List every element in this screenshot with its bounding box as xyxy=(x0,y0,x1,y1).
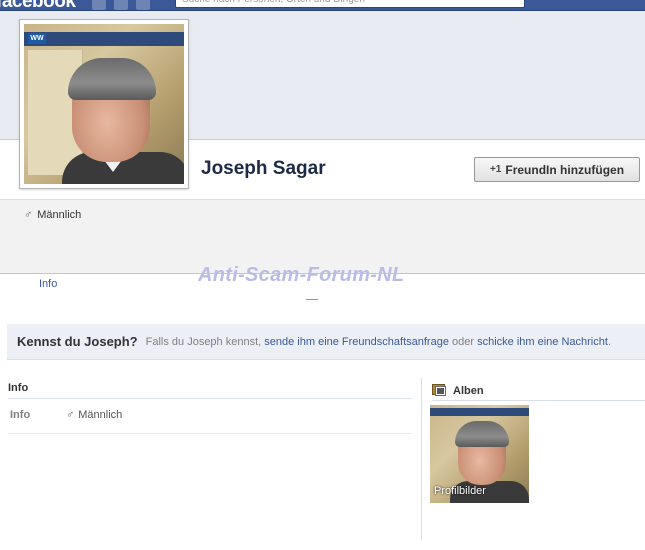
search-input[interactable]: Suche nach Personen, Orten und Dingen xyxy=(175,0,525,8)
photo-person-hair xyxy=(68,58,156,100)
know-person-prompt: Kennst du Joseph? Falls du Joseph kennst… xyxy=(7,324,645,360)
info-row-label: Info xyxy=(10,409,31,421)
albums-header[interactable]: Alben xyxy=(432,381,645,401)
send-friend-request-link[interactable]: sende ihm eine Freundschaftsanfrage xyxy=(264,336,449,348)
add-friend-button[interactable]: +1 FreundIn hinzufügen xyxy=(474,157,640,182)
profile-picture[interactable]: WW xyxy=(19,19,189,189)
photo-banner-logo: WW xyxy=(28,33,46,44)
info-row: Info ♂ Männlich xyxy=(8,400,411,434)
watermark-overlay: Anti-Scam-Forum-NL xyxy=(198,264,405,286)
album-caption: Profilbilder xyxy=(434,485,486,497)
gender-summary: ♂ Männlich xyxy=(24,209,81,221)
column-divider xyxy=(421,378,422,540)
male-symbol-icon: ♂ xyxy=(24,209,33,221)
album-profile-pictures[interactable]: Profilbilder xyxy=(430,405,529,503)
prompt-text-1: Falls du Joseph kennst, xyxy=(145,335,262,348)
album-photo-banner xyxy=(430,408,529,416)
send-message-link[interactable]: schicke ihm eine Nachricht xyxy=(477,336,608,348)
album-photo-hair xyxy=(455,421,509,447)
prompt-title: Kennst du Joseph? xyxy=(17,334,138,349)
male-symbol-icon: ♂ xyxy=(66,409,75,421)
facebook-logo[interactable]: facebook xyxy=(0,0,76,10)
notifications-icon[interactable] xyxy=(136,0,150,10)
prompt-text-2: oder xyxy=(452,335,475,348)
friend-requests-icon[interactable] xyxy=(92,0,106,10)
photo-banner xyxy=(24,32,184,46)
top-navigation-bar: facebook Suche nach Personen, Orten und … xyxy=(0,0,645,11)
profile-name: Joseph Sagar xyxy=(201,158,326,179)
messages-icon[interactable] xyxy=(114,0,128,10)
add-friend-icon: +1 xyxy=(489,164,502,175)
info-gender-value: Männlich xyxy=(78,409,123,421)
about-strip xyxy=(0,200,645,274)
tab-info[interactable]: Info xyxy=(39,278,57,290)
notification-jewels xyxy=(92,0,150,10)
info-section-header: Info xyxy=(8,382,411,399)
photo-album-icon xyxy=(432,384,447,397)
add-friend-label: FreundIn hinzufügen xyxy=(505,162,625,177)
albums-header-label: Alben xyxy=(453,384,484,397)
gender-label: Männlich xyxy=(37,209,82,221)
divider-dash xyxy=(306,299,318,300)
prompt-text-3: . xyxy=(607,335,611,348)
info-row-value: ♂ Männlich xyxy=(66,409,122,421)
profile-photo-image: WW xyxy=(24,24,184,184)
